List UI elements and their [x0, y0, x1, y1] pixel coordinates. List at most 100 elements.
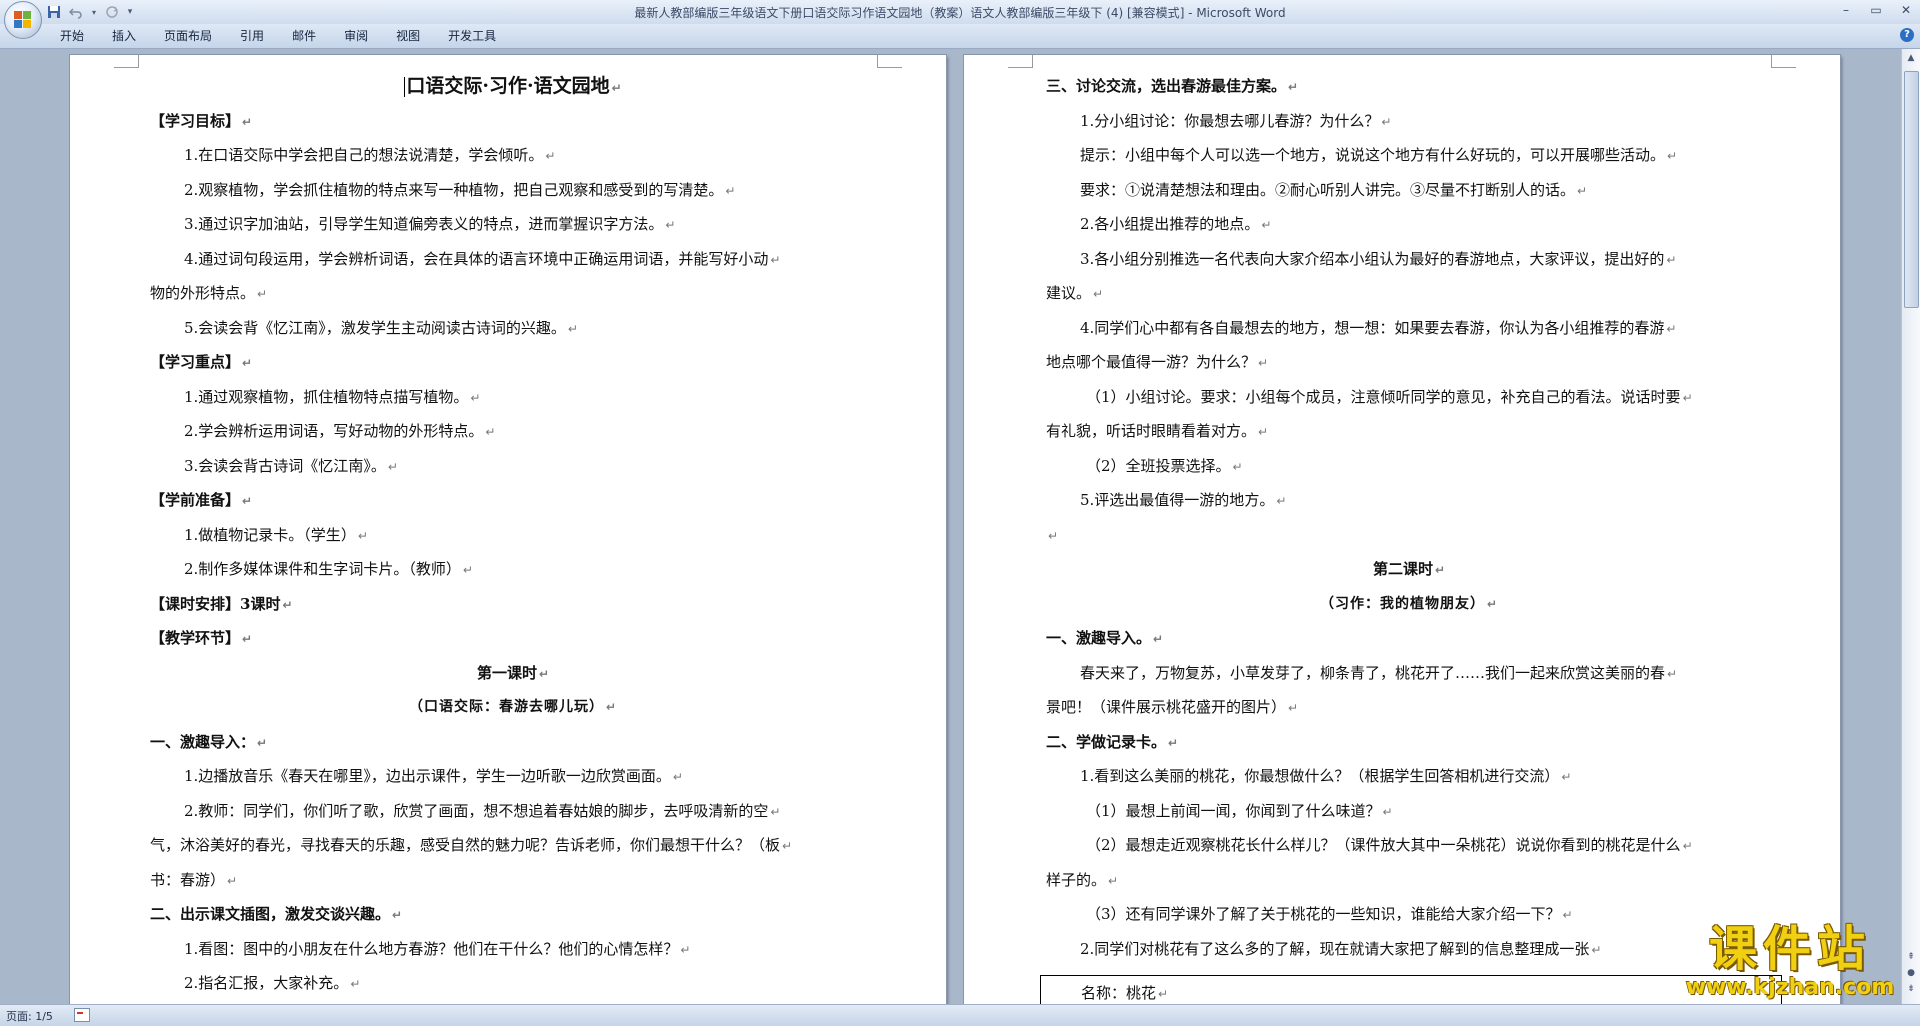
text-line: 5.会读会背《忆江南》，激发学生主动阅读古诗词的兴趣。 ↵ — [150, 311, 876, 346]
page-text-right: 三、讨论交流，选出春游最佳方案。 ↵ 1.分小组讨论：你最想去哪儿春游？为什么？ ↵ 提… — [1046, 69, 1772, 966]
paragraph-mark-icon: ↵ — [1667, 666, 1678, 681]
paragraph-mark-icon: ↵ — [1108, 873, 1119, 888]
ribbon: 开始 插入 页面布局 引用 邮件 审阅 视图 开发工具 ? — [0, 24, 1920, 49]
line-text: 3.各小组分别推选一名代表向大家介绍本小组认为最好的春游地点，大家评议，提出好的 — [1080, 249, 1665, 268]
tab-mailings[interactable]: 邮件 — [278, 28, 330, 44]
scroll-thumb[interactable] — [1904, 71, 1919, 308]
paragraph-mark-icon: ↵ — [1276, 494, 1287, 508]
paragraph-mark-icon: ↵ — [1261, 218, 1272, 232]
text-line: 1.分小组讨论：你最想去哪儿春游？为什么？ ↵ — [1046, 104, 1772, 139]
crop-mark — [114, 55, 139, 68]
text-line: 2.教师：同学们，你们听了歌，欣赏了画面，想不想追着春姑娘的脚步，去呼吸清新的空… — [150, 794, 876, 829]
line-text: 1.分小组讨论：你最想去哪儿春游？为什么？ — [1080, 111, 1380, 130]
help-icon[interactable]: ? — [1900, 28, 1914, 42]
paragraph-mark-icon: ↵ — [1093, 287, 1104, 301]
tab-view[interactable]: 视图 — [382, 28, 434, 44]
line-text: （3）还有同学课外了解了关于桃花的一些知识，谁能给大家介绍一下？ — [1086, 905, 1561, 923]
line-text: 二、学做记录卡。 — [1046, 732, 1167, 751]
text-line: 2.观察植物，学会抓住植物的特点来写一种植物，把自己观察和感受到的写清楚。 ↵ — [150, 173, 876, 208]
window-controls: – ▭ ✕ — [1838, 2, 1914, 18]
text-line: 5.评选出最值得一游的地方。 ↵ — [1046, 483, 1772, 518]
text-line: 二、学做记录卡。 ↵ — [1046, 725, 1772, 760]
text-line: 3.通过识字加油站，引导学生知道偏旁表义的特点，进而掌握识字方法。 ↵ — [150, 207, 876, 242]
text-line: 2.同学们对桃花有了这么多的了解，现在就请大家把了解到的信息整理成一张 ↵ — [1046, 932, 1772, 967]
text-line: 建议。 ↵ — [1046, 276, 1772, 311]
paragraph-mark-icon: ↵ — [1434, 563, 1446, 577]
paragraph-mark-icon: ↵ — [1591, 942, 1602, 957]
paragraph-mark-icon: ↵ — [567, 321, 578, 336]
text-line: （习作：我的植物朋友） ↵ — [1046, 587, 1772, 622]
line-text: 物的外形特点。 — [150, 284, 256, 302]
line-text: 第二课时 — [1372, 560, 1433, 578]
line-text: 1.看到这么美丽的桃花，你最想做什么？（根据学生回答相机进行交流） — [1080, 767, 1560, 785]
line-text: 4.通过词句段运用，学会辨析词语，会在具体的语言环境中正确运用词语，并能写好小动 — [184, 249, 769, 268]
line-text: 【学前准备】 — [150, 491, 241, 509]
line-text: 【学习重点】 — [150, 353, 241, 371]
scroll-up-icon[interactable]: ▲ — [1904, 51, 1918, 65]
text-line: 第二课时 ↵ — [1046, 552, 1772, 587]
watermark-logo: 课件站 www.kjzhan.com — [1672, 922, 1908, 1004]
text-line: 春天来了，万物复苏，小草发芽了，柳条青了，桃花开了……我们一起来欣赏这美丽的春 ↵ — [1046, 656, 1772, 691]
paragraph-mark-icon: ↵ — [770, 252, 781, 267]
record-card-table[interactable]: 名称：桃花 ↵ — [1040, 975, 1782, 1004]
tab-references[interactable]: 引用 — [226, 28, 278, 44]
text-line: 1.做植物记录卡。（学生） ↵ — [150, 518, 876, 553]
line-text: （1）最想上前闻一闻，你闻到了什么味道？ — [1086, 801, 1381, 820]
office-button[interactable] — [4, 1, 42, 39]
paragraph-mark-icon: ↵ — [1486, 596, 1499, 611]
line-text: 要求：①说清楚想法和理由。②耐心听别人讲完。③尽量不打断别人的话。 — [1080, 180, 1576, 199]
text-line: 【课时安排】3课时 ↵ — [150, 587, 876, 622]
line-text: 1.在口语交际中学会把自己的想法说清楚，学会倾听。 — [184, 146, 544, 164]
line-text: 气，沐浴美好的春光，寻找春天的乐趣，感受自然的魅力呢？告诉老师，你们最想干什么？… — [150, 836, 781, 854]
line-text: 一、激趣导入： — [150, 732, 256, 751]
vertical-scrollbar[interactable]: ▲ ⇞ ● ⇟ — [1901, 49, 1920, 1004]
line-text: 书：春游） — [150, 870, 226, 889]
paragraph-mark-icon: ↵ — [1577, 183, 1588, 198]
text-line: （1）小组讨论。要求：小组每个成员，注意倾听同学的意见，补充自己的看法。说话时要… — [1046, 380, 1772, 415]
paragraph-mark-icon: ↵ — [665, 218, 676, 232]
paragraph-mark-icon: ↵ — [1258, 425, 1269, 439]
text-line: 一、激趣导入。 ↵ — [1046, 621, 1772, 656]
proofing-icon[interactable] — [74, 1008, 90, 1022]
line-text: 提示：小组中每个人可以选一个地方，说说这个地方有什么好玩的，可以开展哪些活动。 — [1080, 146, 1666, 164]
tab-home[interactable]: 开始 — [46, 28, 98, 44]
line-text: 2.制作多媒体课件和生字词卡片。（教师） — [184, 560, 461, 578]
window-title: 最新人教部编版三年级语文下册口语交际习作语文园地（教案）语文人教部编版三年级下 … — [634, 6, 1286, 20]
paragraph-mark-icon: ↵ — [1288, 80, 1299, 94]
text-line: 1.看图：图中的小朋友在什么地方春游？他们在干什么？他们的心情怎样？ ↵ — [150, 932, 876, 967]
line-text: 1.边播放音乐《春天在哪里》，边出示课件，学生一边听歌一边欣赏画面。 — [184, 767, 671, 785]
line-text: 二、出示课文插图，激发交谈兴趣。 — [150, 905, 391, 923]
crop-mark — [1008, 55, 1033, 68]
paragraph-mark-icon: ↵ — [1153, 632, 1164, 646]
paragraph-mark-icon: ↵ — [545, 149, 556, 163]
maximize-button[interactable]: ▭ — [1868, 2, 1884, 18]
paragraph-mark-icon: ↵ — [242, 114, 253, 129]
minimize-button[interactable]: – — [1838, 2, 1854, 18]
line-text: （习作：我的植物朋友） — [1319, 595, 1485, 612]
paragraph-mark-icon: ↵ — [350, 977, 361, 991]
line-text: 【学习目标】 — [150, 111, 241, 130]
line-text: 第一课时 — [476, 663, 537, 682]
text-line: 【学前准备】 ↵ — [150, 483, 876, 518]
page-indicator[interactable]: 页面: 1/5 — [6, 1008, 53, 1024]
paragraph-mark-icon: ↵ — [538, 666, 550, 681]
tab-page-layout[interactable]: 页面布局 — [150, 28, 226, 44]
document-page-right[interactable]: 三、讨论交流，选出春游最佳方案。 ↵ 1.分小组讨论：你最想去哪儿春游？为什么？ ↵ 提… — [964, 55, 1840, 1004]
tab-insert[interactable]: 插入 — [98, 28, 150, 44]
text-line: 书：春游） ↵ — [150, 863, 876, 898]
text-line: 地点哪个最值得一游？为什么？ ↵ — [1046, 345, 1772, 380]
text-line: （口语交际：春游去哪儿玩） ↵ — [150, 690, 876, 725]
paragraph-mark-icon: ↵ — [1381, 114, 1392, 129]
tab-review[interactable]: 审阅 — [330, 28, 382, 44]
paragraph-mark-icon: ↵ — [392, 908, 403, 922]
document-area: 口语交际·习作·语文园地 ↵ 【学习目标】 ↵ 1.在口语交际中学会把自己的想法说清楚… — [0, 49, 1902, 1004]
status-bar: 页面: 1/5 — [0, 1004, 1920, 1026]
paragraph-mark-icon: ↵ — [242, 356, 253, 370]
close-button[interactable]: ✕ — [1898, 2, 1914, 18]
line-text: 2.观察植物，学会抓住植物的特点来写一种植物，把自己观察和感受到的写清楚。 — [184, 180, 724, 199]
paragraph-mark-icon: ↵ — [470, 390, 481, 405]
tab-developer[interactable]: 开发工具 — [434, 28, 510, 44]
document-page-left[interactable]: 口语交际·习作·语文园地 ↵ 【学习目标】 ↵ 1.在口语交际中学会把自己的想法说清楚… — [70, 55, 946, 1004]
line-text: 【教学环节】 — [150, 629, 241, 647]
line-text: 一、激趣导入。 — [1046, 629, 1152, 647]
